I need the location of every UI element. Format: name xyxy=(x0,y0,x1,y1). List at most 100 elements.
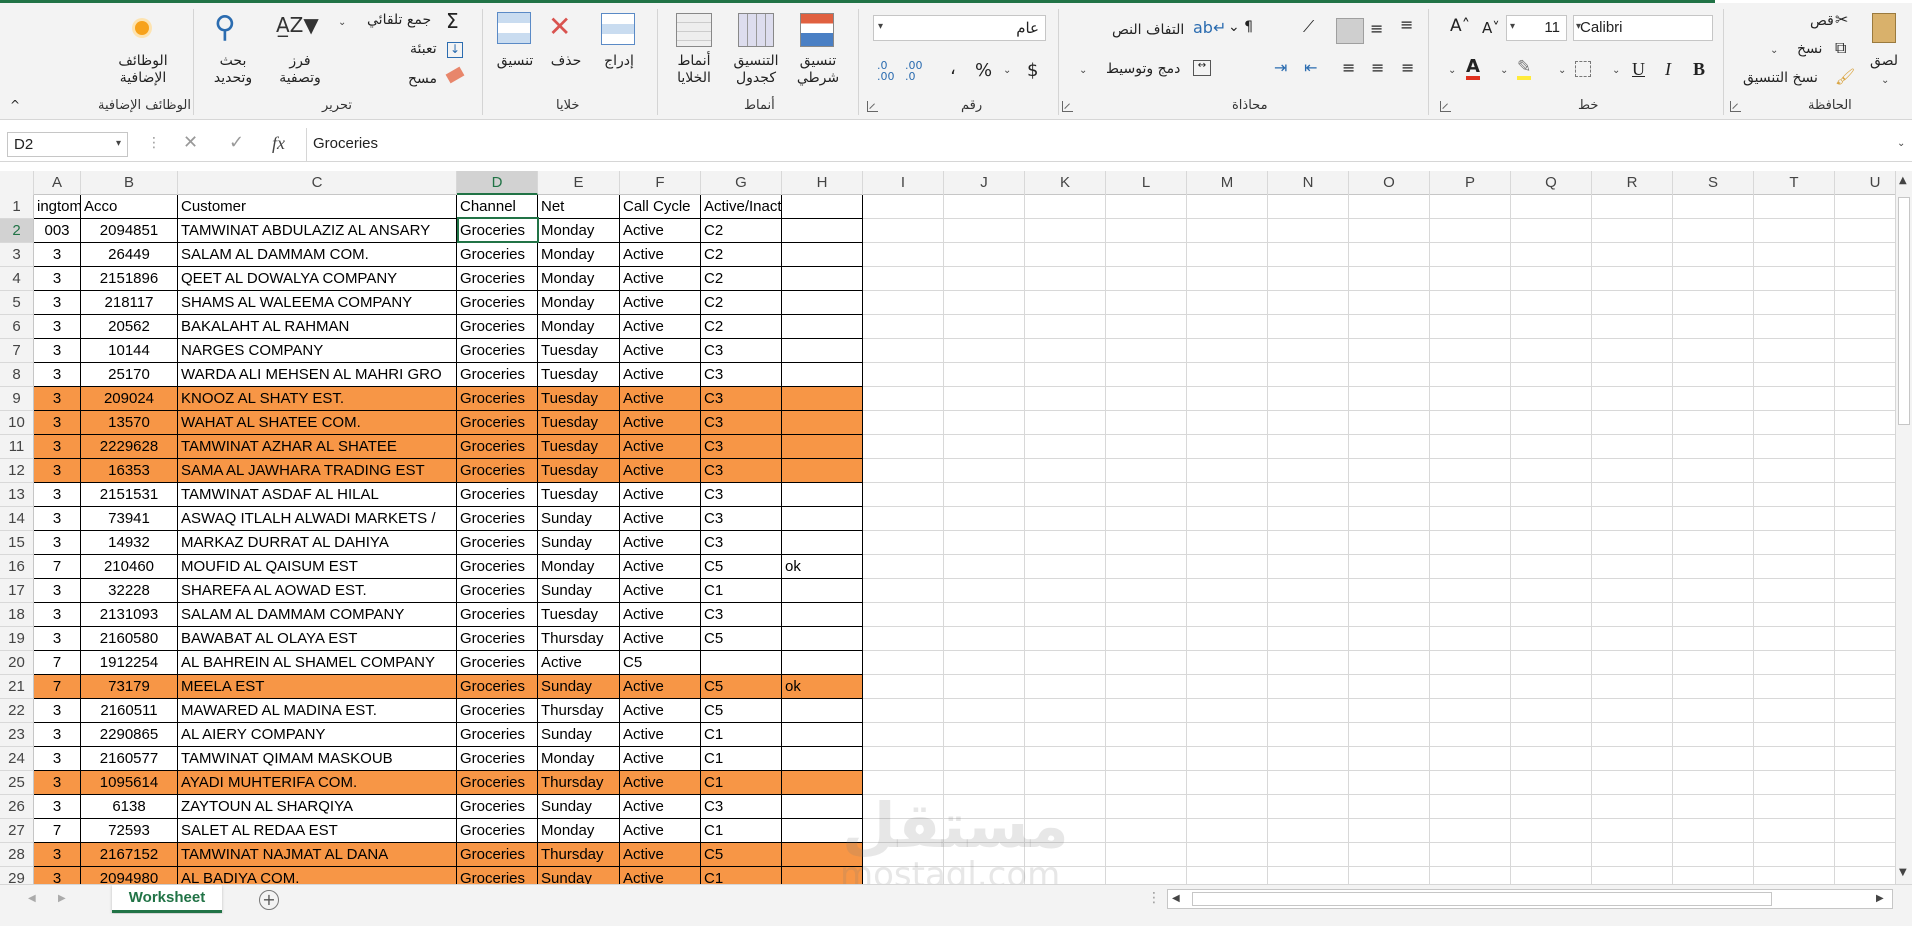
column-header-j[interactable]: J xyxy=(944,171,1025,195)
cell-r8[interactable] xyxy=(1592,363,1673,387)
cell-c4[interactable]: QEET AL DOWALYA COMPANY xyxy=(178,267,457,291)
cell-d27[interactable]: Groceries xyxy=(457,819,538,843)
cell-a5[interactable]: 3 xyxy=(34,291,81,315)
cell-r17[interactable] xyxy=(1592,579,1673,603)
formula-input[interactable]: Groceries xyxy=(313,132,378,155)
cell-e1[interactable]: Net xyxy=(538,195,620,219)
cell-d26[interactable]: Groceries xyxy=(457,795,538,819)
cell-o25[interactable] xyxy=(1349,771,1430,795)
cell-a4[interactable]: 3 xyxy=(34,267,81,291)
cell-o4[interactable] xyxy=(1349,267,1430,291)
cell-p19[interactable] xyxy=(1430,627,1511,651)
cell-c28[interactable]: TAMWINAT NAJMAT AL DANA xyxy=(178,843,457,867)
cell-h9[interactable] xyxy=(782,387,863,411)
cell-p27[interactable] xyxy=(1430,819,1511,843)
cell-m10[interactable] xyxy=(1187,411,1268,435)
chevron-down-icon[interactable]: ⌄ xyxy=(1448,65,1456,76)
bold-button[interactable]: B xyxy=(1693,59,1705,80)
cell-m18[interactable] xyxy=(1187,603,1268,627)
row-header-15[interactable]: 15 xyxy=(0,531,34,555)
cell-b17[interactable]: 32228 xyxy=(81,579,178,603)
cell-f23[interactable]: Active xyxy=(620,723,701,747)
cell-t10[interactable] xyxy=(1754,411,1835,435)
cell-t25[interactable] xyxy=(1754,771,1835,795)
scroll-thumb[interactable] xyxy=(1898,197,1910,425)
cell-t20[interactable] xyxy=(1754,651,1835,675)
cell-l29[interactable] xyxy=(1106,867,1187,884)
cell-s22[interactable] xyxy=(1673,699,1754,723)
cell-d10[interactable]: Groceries xyxy=(457,411,538,435)
cell-k7[interactable] xyxy=(1025,339,1106,363)
cell-m20[interactable] xyxy=(1187,651,1268,675)
cell-f19[interactable]: Active xyxy=(620,627,701,651)
cell-k9[interactable] xyxy=(1025,387,1106,411)
cell-o12[interactable] xyxy=(1349,459,1430,483)
cell-o28[interactable] xyxy=(1349,843,1430,867)
cell-i3[interactable] xyxy=(863,243,944,267)
cell-a13[interactable]: 3 xyxy=(34,483,81,507)
cell-s27[interactable] xyxy=(1673,819,1754,843)
cell-h17[interactable] xyxy=(782,579,863,603)
cell-b15[interactable]: 14932 xyxy=(81,531,178,555)
cell-l18[interactable] xyxy=(1106,603,1187,627)
cell-o8[interactable] xyxy=(1349,363,1430,387)
scroll-up-icon[interactable]: ▲ xyxy=(1899,175,1907,186)
cell-g26[interactable]: C3 xyxy=(701,795,782,819)
font-dialog-launcher-icon[interactable] xyxy=(1440,101,1451,112)
cell-j24[interactable] xyxy=(944,747,1025,771)
cell-k12[interactable] xyxy=(1025,459,1106,483)
cell-p8[interactable] xyxy=(1430,363,1511,387)
cell-k13[interactable] xyxy=(1025,483,1106,507)
cell-p18[interactable] xyxy=(1430,603,1511,627)
cell-t16[interactable] xyxy=(1754,555,1835,579)
cell-g8[interactable]: C3 xyxy=(701,363,782,387)
cell-t19[interactable] xyxy=(1754,627,1835,651)
cell-q17[interactable] xyxy=(1511,579,1592,603)
cell-a12[interactable]: 3 xyxy=(34,459,81,483)
cell-j3[interactable] xyxy=(944,243,1025,267)
chevron-down-icon[interactable]: ⌄ xyxy=(1770,45,1778,56)
cell-o2[interactable] xyxy=(1349,219,1430,243)
cell-q13[interactable] xyxy=(1511,483,1592,507)
autosum-button[interactable]: جمع تلقائي xyxy=(367,12,431,28)
cell-f5[interactable]: Active xyxy=(620,291,701,315)
decrease-decimal-button[interactable]: .0 .00 xyxy=(877,60,899,82)
row-header-14[interactable]: 14 xyxy=(0,507,34,531)
cell-g20[interactable] xyxy=(701,651,782,675)
cell-l5[interactable] xyxy=(1106,291,1187,315)
cell-s12[interactable] xyxy=(1673,459,1754,483)
cell-d3[interactable]: Groceries xyxy=(457,243,538,267)
align-left-icon[interactable]: ≡ xyxy=(1342,60,1355,76)
cell-g7[interactable]: C3 xyxy=(701,339,782,363)
cell-m29[interactable] xyxy=(1187,867,1268,884)
cell-j23[interactable] xyxy=(944,723,1025,747)
cell-b24[interactable]: 2160577 xyxy=(81,747,178,771)
cell-o14[interactable] xyxy=(1349,507,1430,531)
cell-p21[interactable] xyxy=(1430,675,1511,699)
cell-e17[interactable]: Sunday xyxy=(538,579,620,603)
cell-q29[interactable] xyxy=(1511,867,1592,884)
cell-j1[interactable] xyxy=(944,195,1025,219)
cell-o20[interactable] xyxy=(1349,651,1430,675)
insert-function-icon[interactable]: fx xyxy=(272,134,285,152)
cell-h18[interactable] xyxy=(782,603,863,627)
cell-n27[interactable] xyxy=(1268,819,1349,843)
cell-r18[interactable] xyxy=(1592,603,1673,627)
cell-m17[interactable] xyxy=(1187,579,1268,603)
cell-p6[interactable] xyxy=(1430,315,1511,339)
cell-n19[interactable] xyxy=(1268,627,1349,651)
cell-t28[interactable] xyxy=(1754,843,1835,867)
cell-t11[interactable] xyxy=(1754,435,1835,459)
font-color-icon[interactable]: A xyxy=(1466,58,1480,80)
cell-s10[interactable] xyxy=(1673,411,1754,435)
fill-button[interactable]: تعبئة xyxy=(410,41,437,57)
cell-f9[interactable]: Active xyxy=(620,387,701,411)
wrap-text-button[interactable]: التفاف النص xyxy=(1112,22,1184,38)
cell-g23[interactable]: C1 xyxy=(701,723,782,747)
row-header-7[interactable]: 7 xyxy=(0,339,34,363)
cell-b9[interactable]: 209024 xyxy=(81,387,178,411)
cell-g6[interactable]: C2 xyxy=(701,315,782,339)
cell-a1[interactable]: ingtom xyxy=(34,195,81,219)
cell-i17[interactable] xyxy=(863,579,944,603)
cell-f13[interactable]: Active xyxy=(620,483,701,507)
